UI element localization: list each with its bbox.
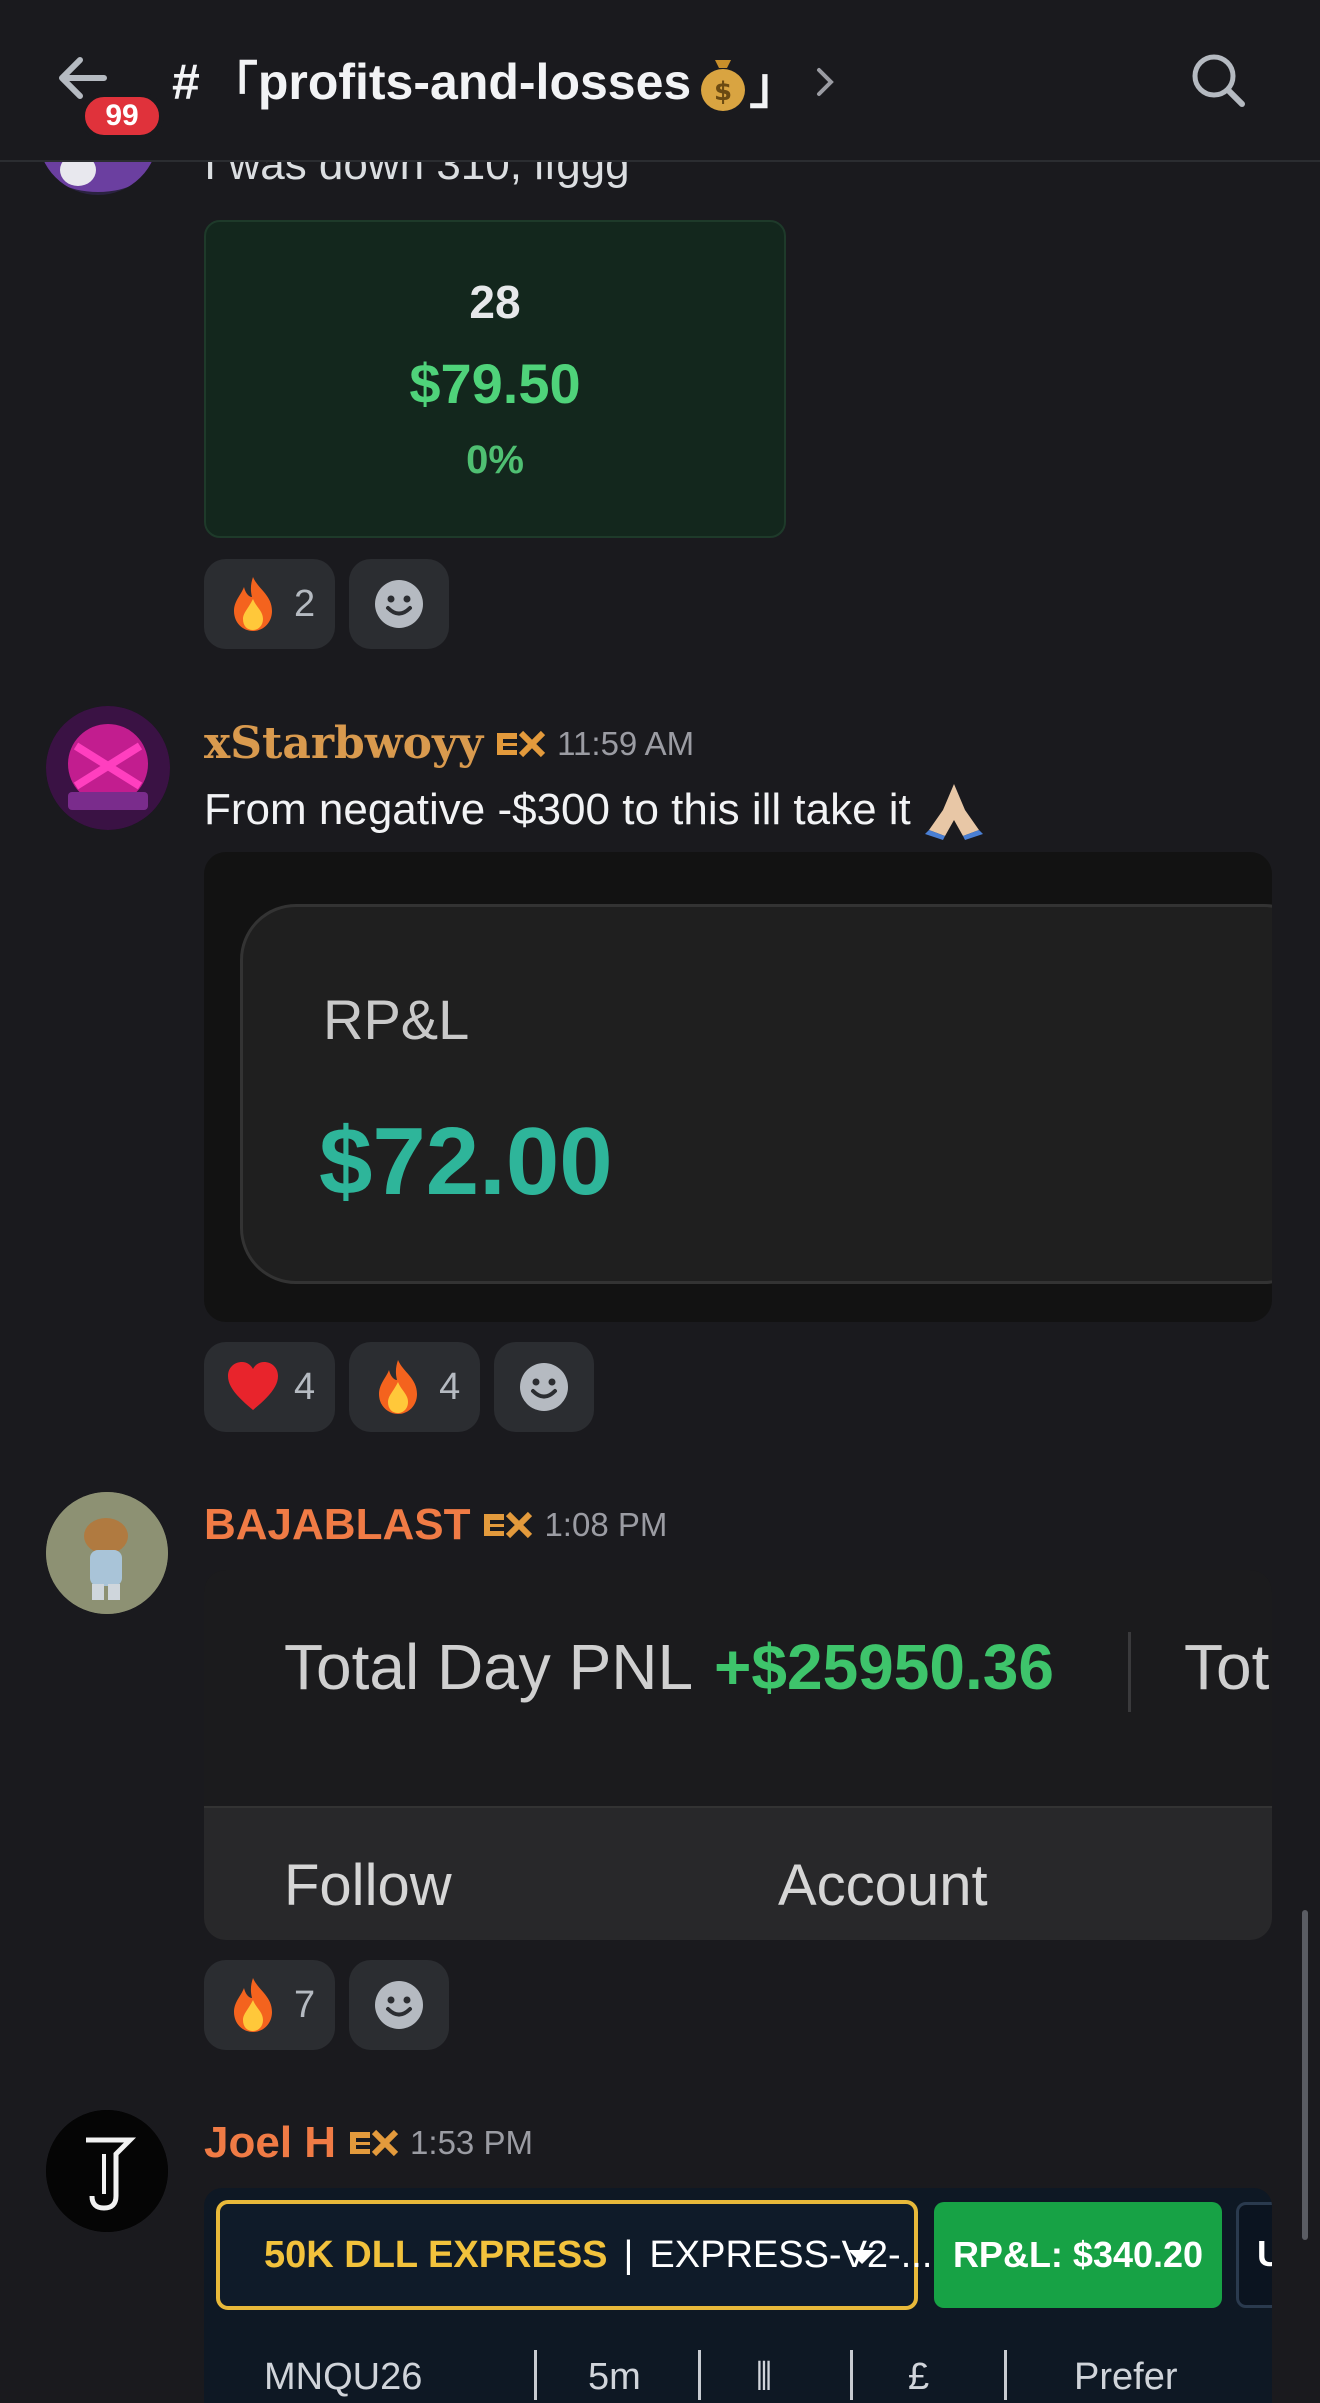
account-name: 50K DLL EXPRESS — [264, 2233, 608, 2276]
avatar[interactable] — [46, 2110, 168, 2232]
search-button[interactable] — [1186, 48, 1252, 114]
smiley-add-icon — [375, 580, 424, 628]
timestamp: 1:08 PM — [544, 1506, 668, 1543]
toolbar-interval: 5m — [588, 2356, 641, 2398]
reaction-count: 7 — [294, 1983, 316, 2026]
message-attachment-image[interactable]: RP&L $72.00 — [204, 852, 1272, 1322]
avatar-image — [46, 706, 170, 830]
toolbar-divider — [534, 2350, 537, 2400]
channel-open-bracket: 「 — [207, 58, 258, 114]
message-attachment-image[interactable]: 50K DLL EXPRESS | EXPRESS-V2-... RP&L: $… — [204, 2188, 1272, 2403]
svg-text:$: $ — [714, 77, 732, 107]
reactions: 4 4 — [204, 1342, 595, 1432]
fire-icon — [379, 1360, 418, 1414]
toolbar-symbol: MNQU26 — [264, 2356, 423, 2398]
reactions: 7 — [204, 1960, 450, 2050]
message-text: From negative -$300 to this ill take it — [204, 780, 987, 840]
avatar-image — [46, 1492, 168, 1614]
rpl-label: RP&L — [323, 988, 470, 1051]
add-reaction-button[interactable] — [349, 1960, 450, 2050]
avatar[interactable] — [46, 1492, 168, 1614]
reaction-count: 4 — [294, 1365, 316, 1408]
avatar-image — [46, 2110, 168, 2232]
money-bag-icon: $ — [701, 60, 746, 111]
reaction-fire[interactable]: 4 — [349, 1342, 481, 1432]
username[interactable]: BAJABLAST — [204, 1500, 470, 1550]
pnl-label: Total Day PNL — [284, 1631, 694, 1703]
heart-icon — [228, 1362, 278, 1410]
fire-icon — [234, 1978, 272, 2032]
channel-title[interactable]: # 「 profits-and-losses $ 」 — [172, 42, 839, 122]
unread-count-badge: 99 — [80, 92, 164, 140]
pnl-value: +$25950.36 — [714, 1631, 1054, 1703]
toolbar-currency: £ — [908, 2356, 930, 2398]
ex-badge-icon — [484, 1511, 533, 1539]
chevron-right-icon — [817, 68, 835, 96]
toolbar-divider — [1004, 2350, 1007, 2400]
timestamp: 11:59 AM — [557, 724, 695, 762]
pnl-label-truncated: Tot — [1184, 1631, 1270, 1703]
reaction-fire[interactable]: 2 — [204, 559, 336, 649]
account-id: EXPRESS-V2-... — [649, 2233, 933, 2276]
rpl-button: RP&L: $340.20 — [934, 2202, 1222, 2308]
ex-badge-icon — [497, 730, 546, 757]
channel-header: 99 # 「 profits-and-losses $ 」 — [0, 0, 1320, 162]
trade-count: 28 — [469, 276, 521, 328]
toolbar-preferences: Prefer — [1074, 2356, 1178, 2398]
discord-channel-view: 99 # 「 profits-and-losses $ 」 I was down… — [0, 0, 1320, 2403]
smiley-add-icon — [375, 1981, 424, 2029]
caret-down-icon — [848, 2250, 876, 2264]
add-reaction-button[interactable] — [494, 1342, 595, 1432]
trade-amount: $79.50 — [409, 352, 581, 415]
account-select: 50K DLL EXPRESS | EXPRESS-V2-... — [216, 2200, 932, 2310]
chart-toolbar: MNQU26 5m ⫴ £ Prefer — [204, 2338, 1272, 2403]
toolbar-divider — [850, 2350, 853, 2400]
tab-follow: Follow — [284, 1853, 452, 1918]
add-reaction-button[interactable] — [349, 559, 450, 649]
message-header: xStarbwoyy 11:59 AM — [204, 718, 694, 769]
rpl-value: $72.00 — [319, 1108, 613, 1215]
avatar[interactable] — [46, 706, 170, 830]
reaction-count: 2 — [294, 582, 316, 625]
ex-badge-icon — [350, 2129, 399, 2157]
rpl-card: RP&L $72.00 — [240, 904, 1272, 1284]
toolbar-divider — [698, 2350, 701, 2400]
message-attachment-image[interactable]: Total Day PNL +$25950.36 Tot Follow Acco… — [204, 1570, 1272, 1940]
hash-icon: # — [172, 54, 200, 110]
reactions: 2 — [204, 559, 450, 649]
reaction-fire[interactable]: 7 — [204, 1960, 336, 2050]
message-text-content: From negative -$300 to this ill take it — [204, 785, 911, 834]
search-icon — [1192, 54, 1245, 107]
message-header: BAJABLAST 1:08 PM — [204, 1500, 667, 1550]
candles-icon: ⫴ — [756, 2356, 772, 2398]
reaction-count: 4 — [439, 1365, 461, 1408]
channel-name: profits-and-losses — [257, 54, 692, 110]
message-header: Joel H 1:53 PM — [204, 2118, 533, 2168]
message-attachment-image[interactable]: 28 $79.50 0% — [204, 220, 786, 538]
scrollbar[interactable] — [1302, 1910, 1308, 2240]
username[interactable]: Joel H — [204, 2118, 336, 2168]
channel-close-bracket: 」 — [749, 58, 800, 114]
account-separator: | — [623, 2233, 634, 2276]
timestamp: 1:53 PM — [410, 2124, 533, 2161]
praying-hands-icon — [924, 784, 983, 840]
smiley-add-icon — [520, 1363, 569, 1411]
fire-icon — [234, 577, 272, 631]
reaction-heart[interactable]: 4 — [204, 1342, 336, 1432]
trade-percent: 0% — [466, 438, 524, 482]
pnl-divider — [1128, 1632, 1131, 1712]
truncated-button: U — [1236, 2202, 1272, 2308]
tab-account: Account — [778, 1853, 988, 1918]
username[interactable]: xStarbwoyy — [204, 718, 483, 769]
